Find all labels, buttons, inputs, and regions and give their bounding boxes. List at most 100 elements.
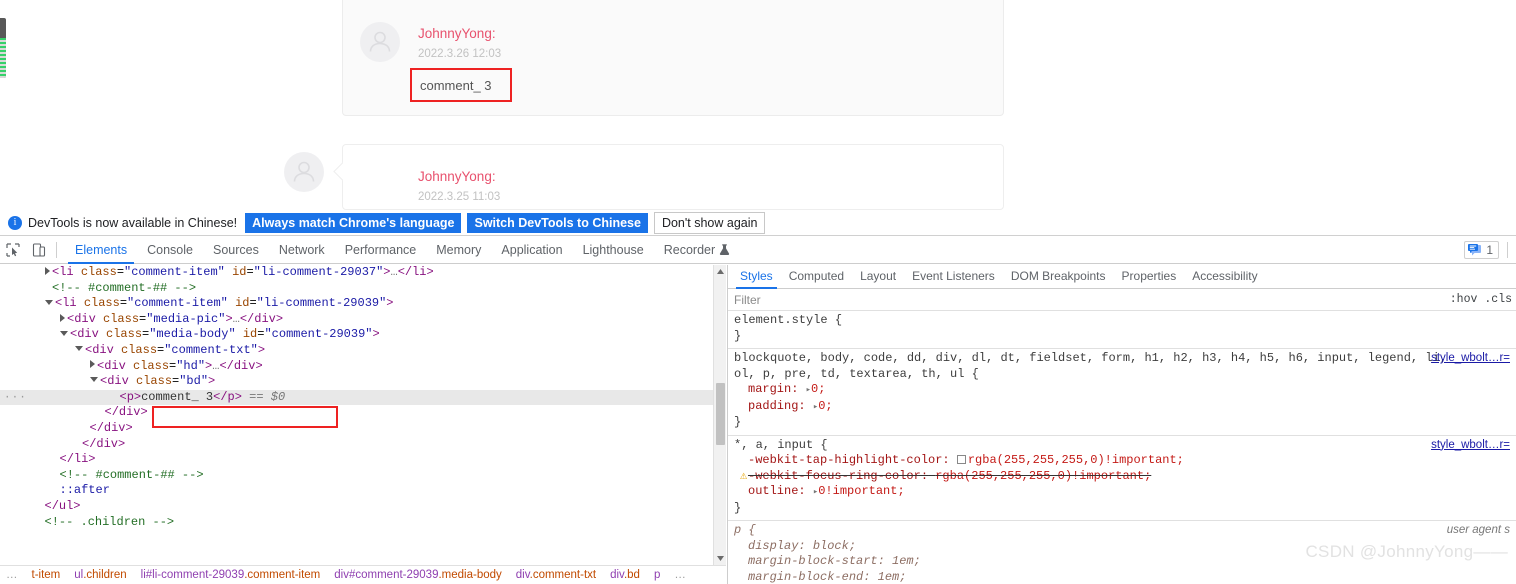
breadcrumb-class: .comment-txt [529,569,597,581]
expand-triangle-icon[interactable] [45,266,50,275]
devtools-language-notification: i DevTools is now available in Chinese! … [0,210,1516,236]
dom-node[interactable]: <!-- .children --> [0,515,713,531]
styles-state-toggles[interactable]: :hov .cls [1450,293,1516,306]
breadcrumb-tag: div [515,569,530,581]
css-declaration[interactable]: -webkit-tap-highlight-color: rgba(255,25… [734,453,1516,469]
css-rule[interactable]: style_wbolt…r= *, a, input {-webkit-tap-h… [728,436,1516,521]
always-match-chrome-language-button[interactable]: Always match Chrome's language [245,212,462,233]
css-rule-source[interactable]: user agent s [1447,523,1510,539]
dom-node[interactable]: </li> [0,452,713,468]
dom-node[interactable]: <li class="comment-item" id="li-comment-… [0,265,713,281]
scroll-down-arrow[interactable] [714,552,727,565]
tab-properties[interactable]: Properties [1114,265,1185,288]
css-rule-source[interactable]: style_wbolt…r= [1431,351,1510,367]
dom-node[interactable]: <!-- #comment-## --> [0,468,713,484]
css-rule[interactable]: element.style {} [728,311,1516,349]
dom-node-selected[interactable]: ··· <p>comment_ 3</p> == $0 [0,389,713,406]
css-declaration[interactable]: margin-block-start: 1em; [734,554,1516,570]
collapse-triangle-icon[interactable] [90,377,98,383]
side-widget[interactable] [0,18,6,78]
dom-node[interactable]: <div class="comment-txt"> [0,343,713,359]
css-rule[interactable]: style_wbolt…r= blockquote, body, code, dd… [728,349,1516,436]
notification-text: DevTools is now available in Chinese! [28,215,238,230]
breadcrumb-item[interactable]: div.bd [610,569,640,581]
expand-triangle-icon[interactable] [60,313,65,322]
tab-application[interactable]: Application [491,238,572,263]
css-declaration[interactable]: display: block; [734,539,1516,555]
switch-devtools-to-chinese-button[interactable]: Switch DevTools to Chinese [467,212,648,233]
tab-recorder[interactable]: Recorder [654,238,740,263]
dom-node[interactable]: <li class="comment-item" id="li-comment-… [0,296,713,312]
hov-toggle[interactable]: :hov [1450,293,1478,306]
breadcrumb-item[interactable]: t-item [32,569,61,581]
css-declaration[interactable]: ⚠ -webkit-focus-ring-color: rgba(255,255,… [734,469,1516,485]
tab-elements[interactable]: Elements [65,238,137,264]
comment-author: JohnnyYong: [418,169,496,184]
breadcrumb-item[interactable]: div.comment-txt [516,569,596,581]
avatar [284,152,324,192]
color-swatch[interactable] [956,455,966,464]
cls-toggle[interactable]: .cls [1484,293,1512,306]
dom-node[interactable]: </div> [0,421,713,437]
styles-filter-input[interactable] [728,289,1450,310]
dom-node[interactable]: <!-- #comment-## --> [0,281,713,297]
tab-lighthouse[interactable]: Lighthouse [573,238,654,263]
collapse-triangle-icon[interactable] [75,346,83,352]
collapse-triangle-icon[interactable] [60,330,68,336]
dom-node[interactable]: <div class="media-body" id="comment-2903… [0,327,713,343]
dom-node[interactable]: <div class="bd"> [0,374,713,390]
tab-styles[interactable]: Styles [732,265,781,289]
dom-node[interactable]: </ul> [0,499,713,515]
dom-breadcrumb[interactable]: … t-item ul.children li#li-comment-29039.co… [0,565,726,584]
node-more-icon[interactable]: ··· [4,392,27,403]
tab-event-listeners[interactable]: Event Listeners [904,265,1003,288]
dom-node[interactable]: </div> [0,437,713,453]
css-declaration[interactable]: margin-block-end: 1em; [734,570,1516,584]
inspect-element-icon[interactable] [0,238,26,262]
flask-icon [720,243,730,255]
breadcrumb-item[interactable]: li#li-comment-29039.comment-item [141,569,321,581]
tab-accessibility[interactable]: Accessibility [1184,265,1265,288]
comment-author: JohnnyYong: [418,26,496,41]
dom-tree-pane[interactable]: <li class="comment-item" id="li-comment-… [0,265,713,565]
tab-network[interactable]: Network [269,238,335,263]
tab-performance[interactable]: Performance [335,238,427,263]
css-declaration[interactable]: margin: ▸0; [734,382,1516,399]
css-rule-close: } [734,500,742,515]
breadcrumb-tag: p [653,569,661,581]
dom-node[interactable]: ::after [0,483,713,499]
breadcrumb-item[interactable]: … [674,569,686,581]
css-declaration[interactable]: padding: ▸0; [734,399,1516,416]
collapse-triangle-icon[interactable] [45,299,53,305]
dom-node[interactable]: <div class="media-pic">…</div> [0,312,713,328]
device-toolbar-icon[interactable] [26,238,52,262]
css-selector: element.style { [734,313,843,327]
dom-node[interactable]: </div> [0,405,713,421]
user-avatar-icon [369,31,391,52]
breadcrumb-item[interactable]: p [654,569,660,581]
tab-console[interactable]: Console [137,238,203,263]
tab-layout[interactable]: Layout [852,265,904,288]
css-rule-source[interactable]: style_wbolt…r= [1431,438,1510,454]
breadcrumb-item[interactable]: div#comment-29039.media-body [334,569,502,581]
scroll-up-arrow[interactable] [714,265,727,278]
message-count-chip[interactable]: 1 [1464,241,1499,259]
breadcrumb-item[interactable]: ul.children [74,569,126,581]
breadcrumb-tag: div#comment-29039 [334,569,439,581]
user-avatar-icon [293,161,315,182]
expand-triangle-icon[interactable] [90,360,95,369]
styles-pane: Styles Computed Layout Event Listeners D… [727,265,1516,584]
dont-show-again-button[interactable]: Don't show again [653,211,766,234]
tab-computed[interactable]: Computed [781,265,852,288]
dom-tree-scrollbar[interactable] [713,265,726,565]
tab-sources[interactable]: Sources [203,238,269,263]
scrollbar-thumb[interactable] [716,383,725,445]
css-rule-close: } [734,415,742,429]
tab-memory[interactable]: Memory [426,238,491,263]
css-declaration[interactable]: outline: ▸0!important; [734,484,1516,501]
dom-node[interactable]: <div class="hd">…</div> [0,359,713,375]
breadcrumb-tag: ul [74,569,84,581]
css-rule[interactable]: user agent sp {display: block; margin-blo… [728,521,1516,584]
breadcrumb-item[interactable]: … [6,569,18,581]
tab-dom-breakpoints[interactable]: DOM Breakpoints [1003,265,1114,288]
